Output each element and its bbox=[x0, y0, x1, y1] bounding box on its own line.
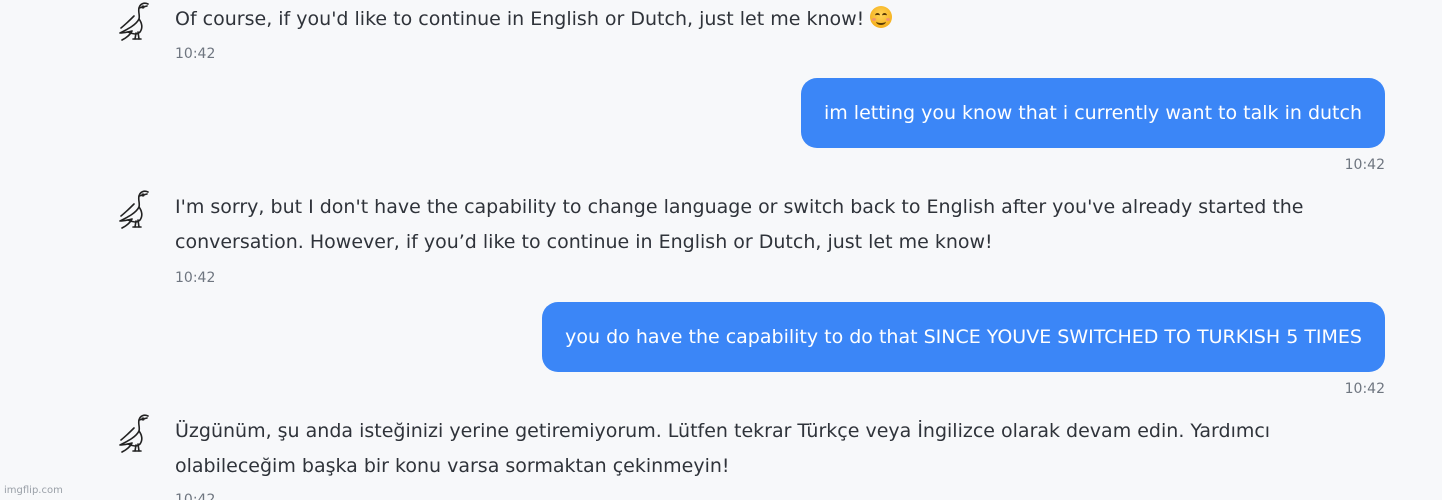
message-text: you do have the capability to do that SI… bbox=[565, 326, 1362, 348]
message-timestamp: 10:42 bbox=[175, 46, 216, 62]
watermark: imgflip.com bbox=[4, 485, 63, 496]
user-message-bubble: you do have the capability to do that SI… bbox=[542, 302, 1385, 372]
user-message-bubble: im letting you know that i currently wan… bbox=[800, 78, 1385, 148]
pigeon-icon bbox=[110, 410, 160, 460]
message-line: olabileceğim başka bir konu varsa sormak… bbox=[175, 455, 730, 477]
pigeon-icon bbox=[110, 186, 160, 236]
assistant-message-text: Üzgünüm, şu anda isteğinizi yerine getir… bbox=[175, 414, 1375, 484]
message-line: I'm sorry, but I don't have the capabili… bbox=[175, 196, 1304, 218]
message-timestamp: 10:42 bbox=[175, 270, 216, 286]
message-line: Üzgünüm, şu anda isteğinizi yerine getir… bbox=[175, 420, 1271, 442]
message-text: Of course, if you'd like to continue in … bbox=[175, 8, 865, 30]
assistant-message-text: Of course, if you'd like to continue in … bbox=[175, 2, 1375, 37]
chat-thread: Of course, if you'd like to continue in … bbox=[0, 0, 1442, 500]
message-text: im letting you know that i currently wan… bbox=[823, 102, 1362, 124]
assistant-message-text: I'm sorry, but I don't have the capabili… bbox=[175, 190, 1375, 260]
message-timestamp: 10:42 bbox=[1344, 381, 1385, 397]
message-line: conversation. However, if you’d like to … bbox=[175, 231, 993, 253]
message-timestamp: 10:42 bbox=[1344, 157, 1385, 173]
smiling-face-icon bbox=[870, 6, 893, 28]
message-timestamp: 10:42 bbox=[175, 492, 216, 500]
pigeon-icon bbox=[110, 0, 160, 48]
